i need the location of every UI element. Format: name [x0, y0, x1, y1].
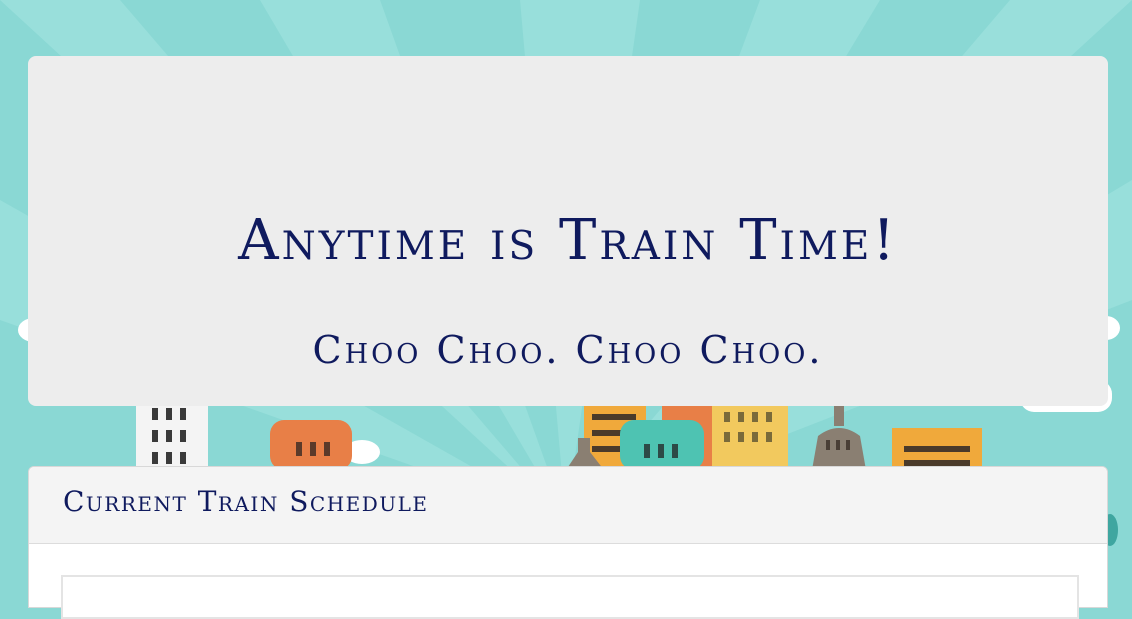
schedule-panel-title: Current Train Schedule [63, 485, 429, 518]
page-title: Anytime is Train Time! [238, 208, 898, 273]
page-subtitle: Choo Choo. Choo Choo. [312, 328, 824, 372]
jumbotron: Anytime is Train Time! Choo Choo. Choo C… [28, 56, 1108, 406]
schedule-panel: Current Train Schedule [28, 466, 1108, 619]
schedule-table [61, 575, 1079, 619]
